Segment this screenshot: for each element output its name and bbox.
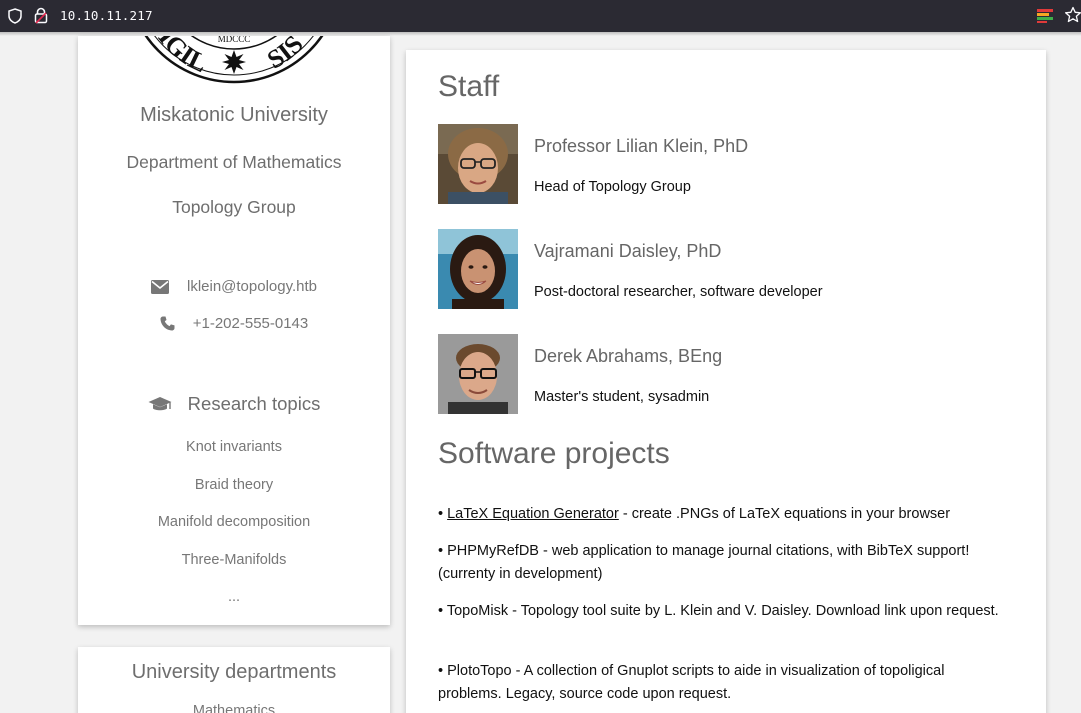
project-description: TopoMisk - Topology tool suite by L. Kle…: [443, 603, 999, 619]
project-item: • TopoMisk - Topology tool suite by L. K…: [438, 600, 1008, 623]
staff-name: Vajramani Daisley, PhD: [534, 241, 722, 261]
sidebar-profile-card: SIGIL SIS MDCCC Miskatonic University De…: [78, 36, 390, 625]
project-item: • PHPMyRefDB - web application to manage…: [438, 540, 1008, 586]
department-name: Department of Mathematics: [126, 152, 342, 172]
phone-icon: [160, 316, 175, 331]
envelope-icon: [150, 279, 169, 294]
phone-number[interactable]: +1-202-555-0143: [193, 315, 309, 332]
project-description: - create .PNGs of LaTeX equations in you…: [618, 506, 951, 522]
staff-heading: Staff: [438, 70, 500, 103]
research-topic-item: Manifold decomposition: [157, 514, 311, 530]
research-topics-heading: Research topics: [78, 393, 390, 415]
bookmark-star-icon[interactable]: [1064, 6, 1081, 29]
staff-photo-avatar: [438, 124, 518, 204]
research-topic-more: ...: [227, 589, 241, 605]
research-topic-item: Three-Manifolds: [181, 552, 287, 568]
staff-member: Professor Lilian Klein, PhD Head of Topo…: [438, 124, 1018, 204]
seal-top-text: MDCCC: [218, 36, 251, 44]
staff-role: Master's student, sysadmin: [534, 389, 710, 405]
contact-email[interactable]: lklein@topology.htb: [78, 278, 390, 295]
research-topic-item: Braid theory: [194, 477, 274, 493]
staff-name: Professor Lilian Klein, PhD: [534, 136, 749, 156]
group-name: Topology Group: [172, 197, 296, 217]
department-link-mathematics[interactable]: Mathematics: [78, 703, 390, 713]
university-departments-card: University departments Mathematics: [78, 647, 390, 713]
url-bar-text[interactable]: 10.10.11.217: [60, 8, 153, 23]
university-name: Miskatonic University: [140, 104, 328, 126]
staff-member: Vajramani Daisley, PhD Post-doctoral res…: [438, 229, 1018, 309]
extension-icon[interactable]: [1037, 8, 1053, 29]
university-seal-logo: SIGIL SIS MDCCC: [144, 36, 324, 84]
research-topics-title: Research topics: [187, 393, 321, 414]
insecure-lock-icon[interactable]: [34, 7, 48, 29]
staff-member: Derek Abrahams, BEng Master's student, s…: [438, 334, 1018, 414]
research-topic-item: Knot invariants: [186, 439, 282, 455]
bullet: •: [438, 506, 444, 522]
graduation-cap-icon: [148, 396, 172, 413]
email-address[interactable]: lklein@topology.htb: [187, 278, 317, 295]
staff-role: Head of Topology Group: [534, 179, 691, 195]
main-content-card: Staff Professor Lilian Klein, PhD Head o…: [406, 50, 1046, 713]
browser-toolbar: 10.10.11.217: [0, 0, 1081, 32]
latex-equation-generator-link[interactable]: LaTeX Equation Generator: [447, 506, 619, 522]
contact-phone[interactable]: +1-202-555-0143: [78, 315, 390, 332]
departments-title: University departments: [131, 661, 337, 683]
staff-name: Derek Abrahams, BEng: [534, 346, 723, 366]
staff-photo-avatar: [438, 229, 518, 309]
staff-role: Post-doctoral researcher, software devel…: [534, 284, 823, 300]
project-item: • LaTeX Equation Generator - create .PNG…: [438, 503, 1008, 526]
software-projects-heading: Software projects: [438, 437, 670, 470]
staff-photo-avatar: [438, 334, 518, 414]
project-description: PlotoTopo - A collection of Gnuplot scri…: [438, 663, 945, 702]
project-item: • PlotoTopo - A collection of Gnuplot sc…: [438, 660, 1008, 706]
tracking-protection-shield-icon[interactable]: [8, 8, 22, 29]
project-description: PHPMyRefDB - web application to manage j…: [438, 543, 970, 582]
